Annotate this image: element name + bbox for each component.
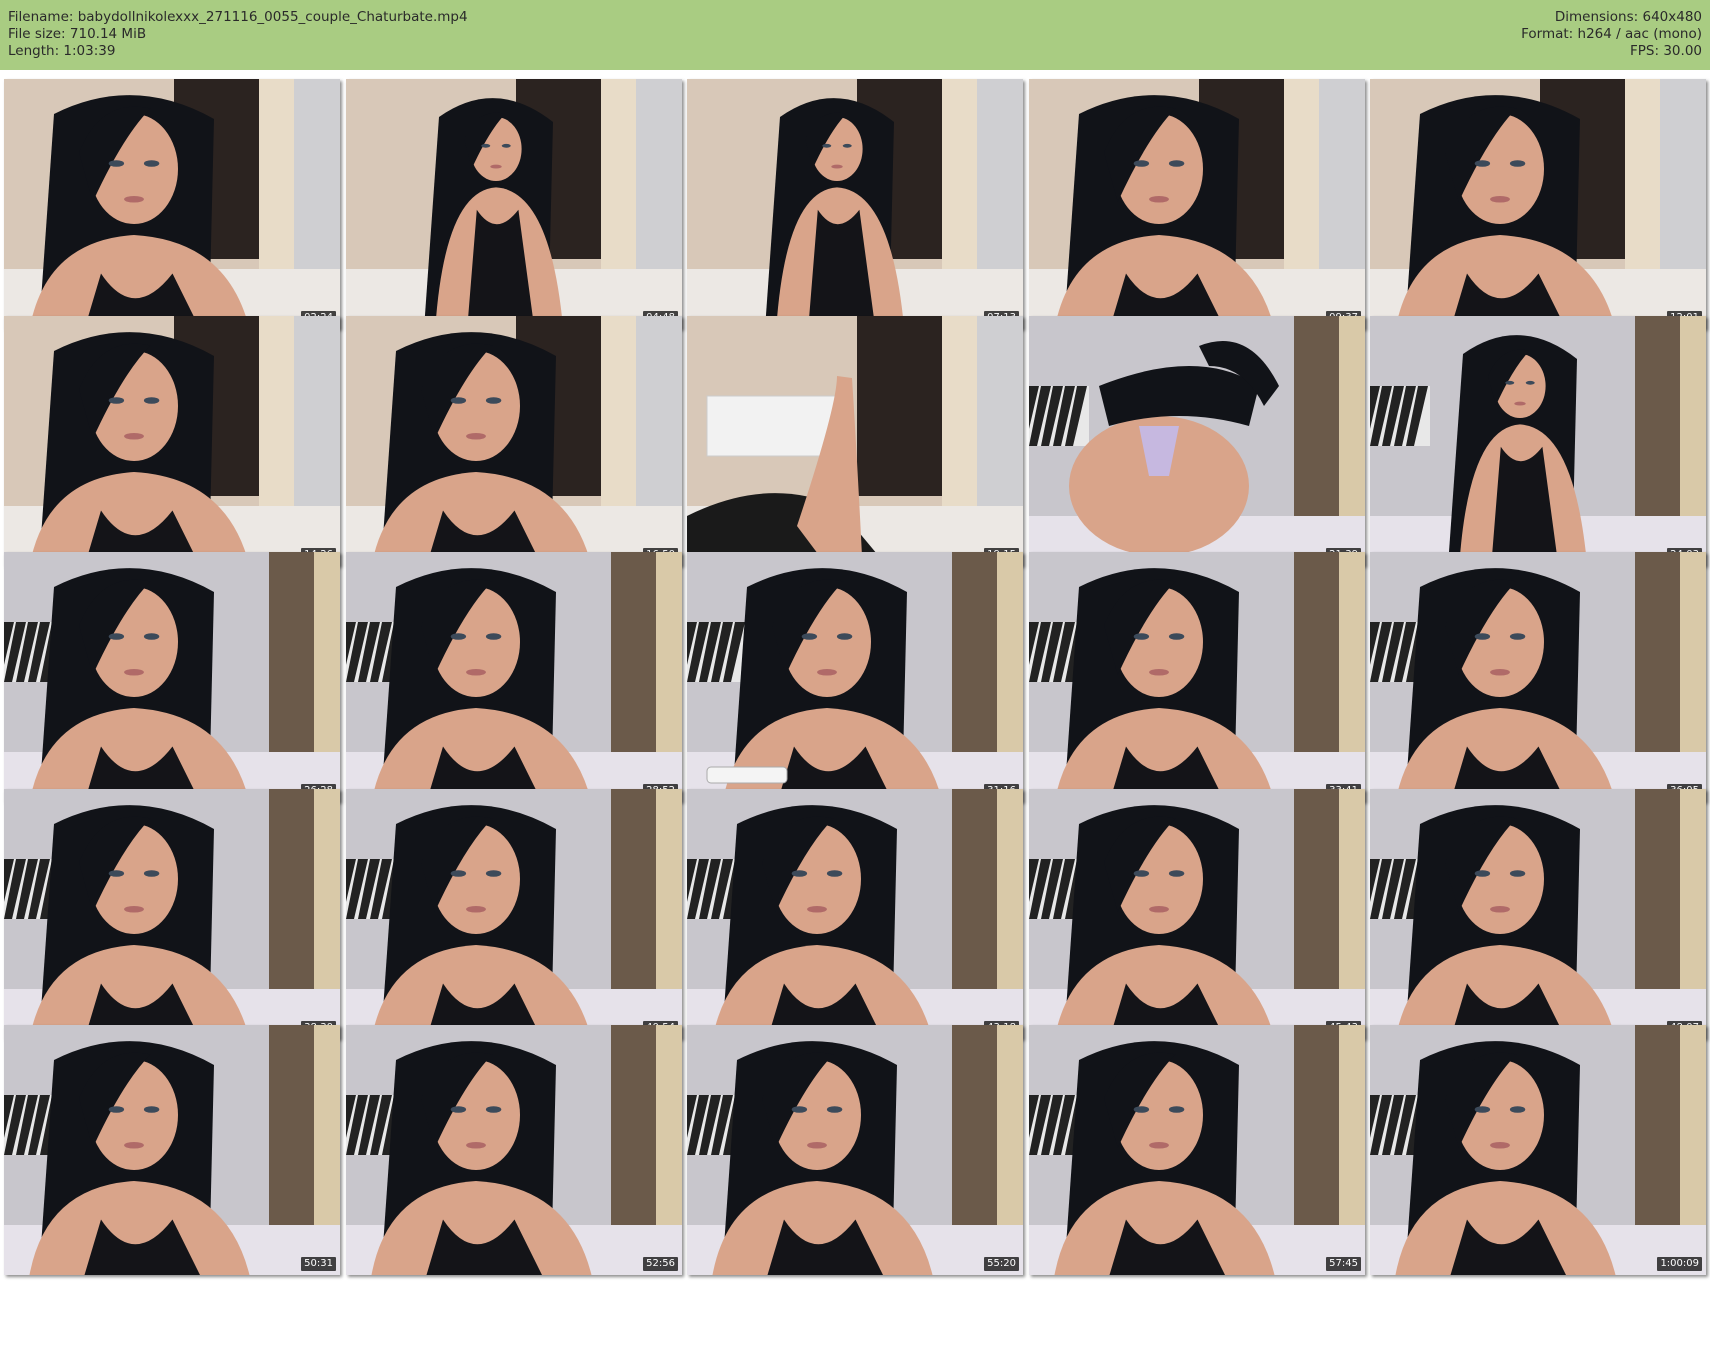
thumbnail-frame-image xyxy=(346,79,682,329)
thumbnail-frame-image xyxy=(687,552,1023,802)
video-thumbnail[interactable]: 48:07 xyxy=(1370,789,1706,1039)
thumbnail-frame-image xyxy=(346,1025,682,1275)
filename-text: Filename: babydollnikolexxx_271116_0055_… xyxy=(8,9,468,25)
video-thumbnail[interactable]: 50:31 xyxy=(4,1025,340,1275)
dimensions-text: Dimensions: 640x480 xyxy=(1554,9,1702,25)
thumbnail-frame-image xyxy=(687,1025,1023,1275)
thumbnail-frame-image xyxy=(1029,1025,1365,1275)
thumbnail-timestamp: 57:45 xyxy=(1326,1257,1361,1271)
thumbnail-frame-image xyxy=(1029,552,1365,802)
video-thumbnail[interactable]: 07:13 xyxy=(687,79,1023,329)
video-thumbnail[interactable]: 02:24 xyxy=(4,79,340,329)
thumbnail-frame-image xyxy=(1370,79,1706,329)
video-thumbnail[interactable]: 52:56 xyxy=(346,1025,682,1275)
thumbnail-frame-image xyxy=(4,789,340,1039)
video-thumbnail[interactable]: 14:26 xyxy=(4,316,340,566)
thumbnail-frame-image xyxy=(1029,789,1365,1039)
filesize-text: File size: 710.14 MiB xyxy=(8,26,147,42)
video-thumbnail[interactable]: 38:30 xyxy=(4,789,340,1039)
video-thumbnail[interactable]: 09:37 xyxy=(1029,79,1365,329)
thumbnail-timestamp: 52:56 xyxy=(643,1257,678,1271)
thumbnail-frame-image xyxy=(687,79,1023,329)
thumbnail-timestamp: 50:31 xyxy=(301,1257,336,1271)
thumbnail-timestamp: 1:00:09 xyxy=(1657,1257,1702,1271)
info-header: Filename: babydollnikolexxx_271116_0055_… xyxy=(0,0,1710,70)
thumbnail-frame-image xyxy=(687,789,1023,1039)
video-thumbnail[interactable]: 24:03 xyxy=(1370,316,1706,566)
video-thumbnail[interactable]: 43:18 xyxy=(687,789,1023,1039)
video-thumbnail[interactable]: 19:15 xyxy=(687,316,1023,566)
thumbnail-frame-image xyxy=(1029,316,1365,566)
thumbnail-frame-image xyxy=(4,316,340,566)
thumbnail-frame-image xyxy=(1370,552,1706,802)
thumbnail-frame-image xyxy=(1370,789,1706,1039)
video-thumbnail[interactable]: 57:45 xyxy=(1029,1025,1365,1275)
video-thumbnail[interactable]: 04:48 xyxy=(346,79,682,329)
video-thumbnail[interactable]: 31:16 xyxy=(687,552,1023,802)
video-thumbnail[interactable]: 21:39 xyxy=(1029,316,1365,566)
video-thumbnail[interactable]: 12:01 xyxy=(1370,79,1706,329)
info-right: Dimensions: 640x480 Format: h264 / aac (… xyxy=(1521,9,1702,60)
thumbnail-frame-image xyxy=(1370,316,1706,566)
thumbnail-timestamp: 55:20 xyxy=(984,1257,1019,1271)
thumbnail-frame-image xyxy=(687,316,1023,566)
video-thumbnail[interactable]: 26:28 xyxy=(4,552,340,802)
fps-text: FPS: 30.00 xyxy=(1630,43,1702,59)
length-text: Length: 1:03:39 xyxy=(8,43,116,59)
video-thumbnail[interactable]: 16:50 xyxy=(346,316,682,566)
video-thumbnail[interactable]: 45:43 xyxy=(1029,789,1365,1039)
info-left: Filename: babydollnikolexxx_271116_0055_… xyxy=(8,9,468,60)
thumbnail-frame-image xyxy=(4,79,340,329)
video-thumbnail[interactable]: 33:41 xyxy=(1029,552,1365,802)
thumbnail-frame-image xyxy=(346,552,682,802)
thumbnail-frame-image xyxy=(4,552,340,802)
format-text: Format: h264 / aac (mono) xyxy=(1521,26,1702,42)
thumbnail-frame-image xyxy=(346,316,682,566)
video-thumbnail[interactable]: 40:54 xyxy=(346,789,682,1039)
thumbnail-frame-image xyxy=(4,1025,340,1275)
video-thumbnail[interactable]: 28:52 xyxy=(346,552,682,802)
video-thumbnail[interactable]: 36:05 xyxy=(1370,552,1706,802)
video-thumbnail[interactable]: 55:20 xyxy=(687,1025,1023,1275)
video-thumbnail[interactable]: 1:00:09 xyxy=(1370,1025,1706,1275)
thumbnail-frame-image xyxy=(346,789,682,1039)
thumbnail-frame-image xyxy=(1370,1025,1706,1275)
thumbnail-grid: 02:2404:4807:1309:3712:01 14:2616:5019:15… xyxy=(4,79,1706,1366)
thumbnail-frame-image xyxy=(1029,79,1365,329)
